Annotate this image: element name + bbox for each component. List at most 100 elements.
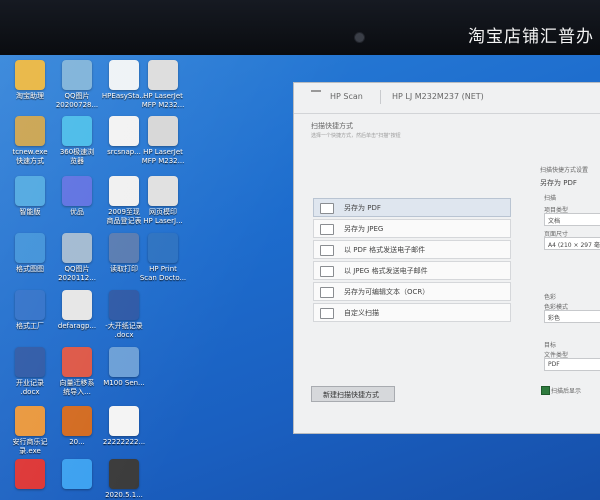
item-type-select[interactable]: 文档 <box>544 213 600 226</box>
desktop-icon-label: HP LaserJet MFP M232... <box>141 92 185 109</box>
desktop-icon-label: 2020.5.1... <box>105 491 143 499</box>
desktop-icon-label: 优品 <box>70 208 84 216</box>
printer-icon <box>148 116 178 146</box>
desktop-icon-8[interactable]: 智能版 <box>2 176 58 238</box>
page-size-select[interactable]: A4 (210 × 297 毫米) <box>544 237 600 250</box>
desktop-icon-26[interactable]: 22222222... <box>96 406 152 468</box>
item-type-value: 文档 <box>548 218 561 225</box>
desktop-icon-label: 360极速浏 览器 <box>59 148 95 165</box>
shortcut-item[interactable]: 自定义扫描 <box>313 303 511 322</box>
desktop-icon-5[interactable]: 360极速浏 览器 <box>49 116 105 178</box>
desktop-icon-label: 格式图图 <box>16 265 44 273</box>
desktop-icon-label: -大开纸记录 .docx <box>105 322 143 339</box>
shortcut-type-icon <box>320 287 334 298</box>
document-icon <box>109 406 139 436</box>
file-type-select[interactable]: PDF <box>544 358 600 371</box>
document-icon <box>109 176 139 206</box>
app-icon <box>15 176 45 206</box>
app-icon <box>109 233 139 263</box>
desktop-icon-label: HPEasySta... <box>101 92 147 100</box>
desktop-icon-12[interactable]: 格式图图 <box>2 233 58 295</box>
desktop-icon-0[interactable]: 淘宝助理 <box>2 60 58 122</box>
desktop-icon-9[interactable]: 优品 <box>49 176 105 238</box>
hp-logo-icon <box>311 90 321 92</box>
desktop-icon-label: 格式工厂 <box>16 322 44 330</box>
shortcut-item[interactable]: 以 PDF 格式发送电子邮件 <box>313 240 511 259</box>
image-icon <box>62 290 92 320</box>
desktop-icon-14[interactable]: 读取打印 <box>96 233 152 295</box>
shortcut-label: 以 JPEG 格式发送电子邮件 <box>344 267 428 275</box>
desktop-icon-label: 开业记录 .docx <box>16 379 44 396</box>
settings-section-title: 扫描快捷方式设置 <box>540 167 589 174</box>
desktop-icon-10[interactable]: 2009至现 商品登记表 <box>96 176 152 238</box>
hp-icon <box>109 60 139 90</box>
shortcut-list: 另存为 PDF 另存为 JPEG 以 PDF 格式发送电子邮件以 JPEG 格式发送… <box>313 198 511 324</box>
app-icon <box>15 233 45 263</box>
desktop-icon-29[interactable] <box>49 459 105 500</box>
desktop-icon-11[interactable]: 网页模印 HP LaserJ... <box>135 176 191 238</box>
desktop-icon-30[interactable]: 2020.5.1... <box>96 459 152 500</box>
app-icon <box>109 459 139 489</box>
app-icon <box>109 347 139 377</box>
word-icon <box>109 290 139 320</box>
desktop-icon-21[interactable]: 向量迁移系 统导入... <box>49 347 105 409</box>
new-shortcut-button[interactable]: 新建扫描快捷方式 <box>311 386 395 402</box>
desktop-icon-4[interactable]: tcnew.exe 快速方式 <box>2 116 58 178</box>
device-name[interactable]: HP LJ M232M237 (NET) <box>392 92 484 101</box>
page-size-value: A4 (210 × 297 毫米) <box>548 242 600 249</box>
shortcut-item[interactable]: 另存为可编辑文本（OCR） <box>313 282 511 301</box>
shortcut-item[interactable]: 另存为 PDF <box>313 198 511 217</box>
color-mode-select[interactable]: 彩色 <box>544 310 600 323</box>
desktop-icon-22[interactable]: M100 Sen... <box>96 347 152 409</box>
desktop-icon-7[interactable]: HP LaserJet MFP M232... <box>135 116 191 178</box>
desktop-icon-24[interactable]: 安行商乐记 录.exe <box>2 406 58 468</box>
app-icon <box>62 176 92 206</box>
desktop-icon-6[interactable]: srcsnap... <box>96 116 152 178</box>
desktop-icon-28[interactable] <box>2 459 58 500</box>
desktop-icon-label: defaragp... <box>57 322 97 330</box>
desktop-icon-label: 智能版 <box>19 208 41 216</box>
color-mode-value: 彩色 <box>548 315 561 322</box>
new-shortcut-label: 新建扫描快捷方式 <box>323 391 379 399</box>
desktop-icon-label: 向量迁移系 统导入... <box>59 379 95 396</box>
desktop-icon-1[interactable]: QQ图片 20200728... <box>49 60 105 122</box>
desktop-icon-label: 网页模印 HP LaserJ... <box>143 208 183 225</box>
blank <box>148 290 178 320</box>
desktop-icon-label: HP LaserJet MFP M232... <box>141 148 185 165</box>
shortcut-type-icon <box>320 203 334 214</box>
desktop-icon-13[interactable]: QQ图片 2020112... <box>49 233 105 295</box>
desktop-icon-20[interactable]: 开业记录 .docx <box>2 347 58 409</box>
shortcut-type-icon <box>320 266 334 277</box>
app-icon <box>15 60 45 90</box>
desktop-icon-25[interactable]: 20... <box>49 406 105 468</box>
shortcut-item[interactable]: 以 JPEG 格式发送电子邮件 <box>313 261 511 280</box>
app-icon <box>15 290 45 320</box>
desktop-icon-3[interactable]: HP LaserJet MFP M232... <box>135 60 191 122</box>
desktop-icon-label: 淘宝助理 <box>16 92 44 100</box>
desktop-icon-18[interactable]: -大开纸记录 .docx <box>96 290 152 352</box>
shortcuts-heading: 扫描快捷方式 <box>311 122 353 130</box>
desktop-icon-label: 安行商乐记 录.exe <box>12 438 48 455</box>
show-viewer-checkbox[interactable] <box>541 386 550 395</box>
exe-icon <box>109 116 139 146</box>
desktop-icon-16[interactable]: 格式工厂 <box>2 290 58 352</box>
shortcut-label: 另存为 JPEG <box>344 225 384 233</box>
desktop-icon-27 <box>135 406 191 468</box>
blank <box>148 406 178 436</box>
desktop-icon-label: srcsnap... <box>107 148 141 156</box>
shortcut-item[interactable]: 另存为 JPEG <box>313 219 511 238</box>
shortcut-label: 另存为可编辑文本（OCR） <box>344 288 430 296</box>
header-separator <box>380 90 381 104</box>
desktop-icon-15[interactable]: HP Print Scan Docto... <box>135 233 191 295</box>
shortcut-label: 另存为 PDF <box>344 204 381 212</box>
shortcut-label: 以 PDF 格式发送电子邮件 <box>344 246 426 254</box>
desktop-icon-2[interactable]: HPEasySta... <box>96 60 152 122</box>
word-icon <box>15 347 45 377</box>
blank <box>148 459 178 489</box>
desktop-icon-23 <box>135 347 191 409</box>
app-icon <box>62 459 92 489</box>
image-icon <box>62 233 92 263</box>
watermark-text: 淘宝店铺汇普办 <box>468 27 594 47</box>
desktop-icon-17[interactable]: defaragp... <box>49 290 105 352</box>
shortcut-type-icon <box>320 224 334 235</box>
